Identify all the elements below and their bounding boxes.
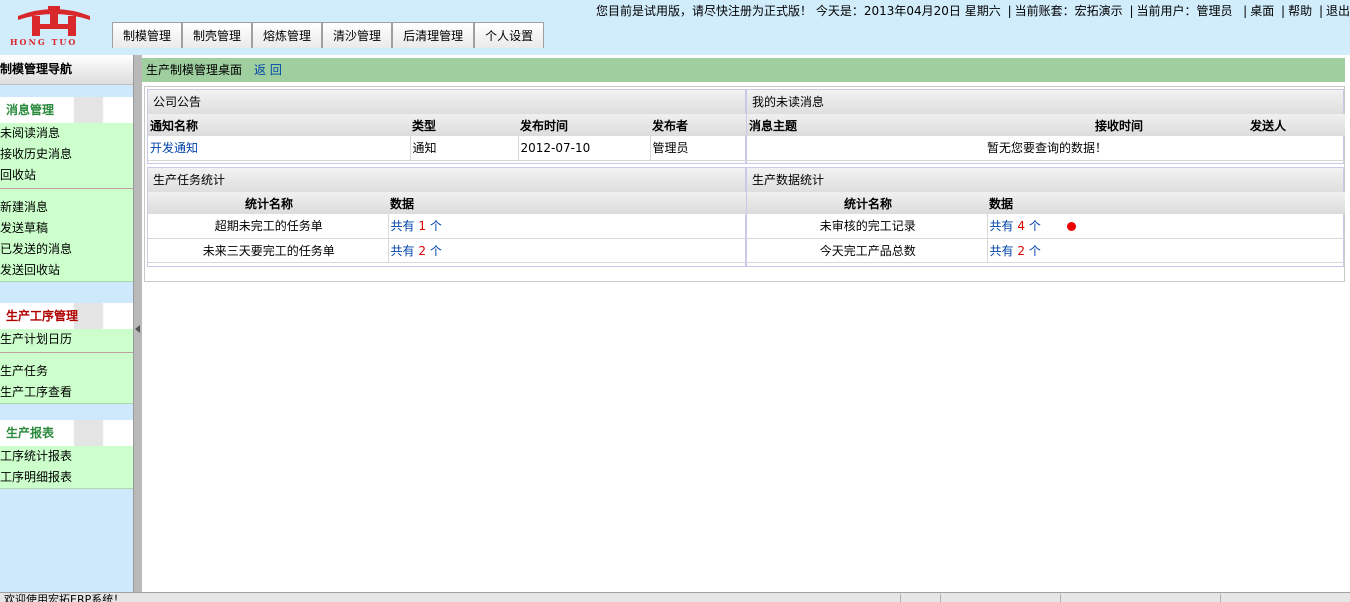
status-bar: 欢迎使用宏拓ERP系统！ bbox=[0, 592, 1350, 602]
stat-link[interactable]: 共有 1 个 bbox=[391, 219, 442, 233]
col-header: 通知名称 bbox=[148, 114, 410, 136]
sidebar-item-new-message[interactable]: 新建消息 bbox=[0, 197, 133, 218]
sidebar-divider bbox=[0, 352, 133, 353]
sidebar-item-unread[interactable]: 未阅读消息 bbox=[0, 123, 133, 144]
group-process: 生产工序管理 生产计划日历 生产任务 生产工序查看 bbox=[0, 303, 133, 404]
table-row: 未审核的完工记录 共有 4 个 bbox=[747, 214, 1345, 239]
col-header: 发布者 bbox=[650, 114, 747, 136]
task-stats-panel: 生产任务统计 统计名称 数据 超期未完工的任务单 共有 1 个 未来三天要完工的… bbox=[147, 167, 747, 267]
stat-name: 超期未完工的任务单 bbox=[148, 214, 389, 239]
col-header: 数据 bbox=[987, 192, 1345, 214]
status-text: 欢迎使用宏拓ERP系统！ bbox=[4, 593, 125, 602]
sidebar-item-recycle[interactable]: 回收站 bbox=[0, 165, 133, 186]
table-row: 开发通知 通知 2012-07-10 管理员 bbox=[148, 136, 747, 161]
group-head-messages[interactable]: 消息管理 bbox=[0, 97, 133, 123]
desktop-link[interactable]: 桌面 bbox=[1250, 2, 1274, 19]
main-menu: 制模管理 制壳管理 熔炼管理 清沙管理 后清理管理 个人设置 bbox=[112, 22, 545, 48]
sidebar-divider bbox=[0, 188, 133, 189]
menu-sand[interactable]: 清沙管理 bbox=[322, 22, 393, 48]
sidebar-item-sent[interactable]: 已发送的消息 bbox=[0, 239, 133, 260]
notice-date: 2012-07-10 bbox=[518, 136, 651, 161]
col-header: 数据 bbox=[388, 192, 747, 214]
stat-link[interactable]: 共有 2 个 bbox=[990, 244, 1041, 258]
page-title: 生产制模管理桌面 bbox=[146, 63, 243, 77]
menu-shell[interactable]: 制壳管理 bbox=[182, 22, 253, 48]
stat-name: 未来三天要完工的任务单 bbox=[148, 238, 389, 263]
notice-type: 通知 bbox=[410, 136, 519, 161]
group-head-reports[interactable]: 生产报表 bbox=[0, 420, 133, 446]
main-content: 生产制模管理桌面返 回 公司公告 通知名称 类型 发布时间 发布者 开发通知 通… bbox=[142, 55, 1350, 592]
stat-link[interactable]: 共有 2 个 bbox=[391, 244, 442, 258]
sidebar-item-process-view[interactable]: 生产工序查看 bbox=[0, 382, 133, 403]
unread-panel: 我的未读消息 消息主题 接收时间 发送人 暂无您要查询的数据！ bbox=[746, 89, 1345, 164]
breadcrumb: 生产制模管理桌面返 回 bbox=[142, 58, 1345, 82]
col-header: 统计名称 bbox=[148, 192, 388, 214]
col-header: 消息主题 bbox=[747, 114, 1093, 136]
sidebar-item-drafts[interactable]: 发送草稿 bbox=[0, 218, 133, 239]
logo-mark-icon bbox=[18, 6, 90, 36]
table-row: 未来三天要完工的任务单 共有 2 个 bbox=[148, 238, 747, 263]
top-info-bar: 您目前是试用版，请尽快注册为正式版！ 今天是：2013年04月20日 星期六 |… bbox=[596, 2, 1350, 19]
sidebar-item-plan-calendar[interactable]: 生产计划日历 bbox=[0, 329, 133, 350]
sidebar-item-tasks[interactable]: 生产任务 bbox=[0, 361, 133, 382]
logout-link[interactable]: 退出 bbox=[1326, 2, 1350, 19]
back-link[interactable]: 返 回 bbox=[254, 63, 282, 77]
table-row: 暂无您要查询的数据！ bbox=[747, 136, 1345, 161]
sidebar: 制模管理导航 消息管理 未阅读消息 接收历史消息 回收站 新建消息 发送草稿 已… bbox=[0, 55, 133, 592]
unread-title: 我的未读消息 bbox=[747, 90, 1343, 114]
collapse-arrow-icon[interactable] bbox=[135, 325, 140, 333]
group-head-process[interactable]: 生产工序管理 bbox=[0, 303, 133, 329]
help-link[interactable]: 帮助 bbox=[1288, 2, 1312, 19]
table-row: 超期未完工的任务单 共有 1 个 bbox=[148, 214, 747, 239]
col-header: 发送人 bbox=[1248, 114, 1345, 136]
notice-link[interactable]: 开发通知 bbox=[150, 141, 198, 155]
group-reports: 生产报表 工序统计报表 工序明细报表 bbox=[0, 420, 133, 489]
notice-table: 通知名称 类型 发布时间 发布者 开发通知 通知 2012-07-10 管理员 bbox=[148, 114, 747, 161]
group-messages: 消息管理 未阅读消息 接收历史消息 回收站 新建消息 发送草稿 已发送的消息 发… bbox=[0, 97, 133, 282]
col-header: 类型 bbox=[410, 114, 518, 136]
sidebar-splitter[interactable] bbox=[133, 55, 142, 592]
menu-mold[interactable]: 制模管理 bbox=[112, 22, 183, 48]
stat-name: 今天完工产品总数 bbox=[747, 238, 988, 263]
data-stats-title: 生产数据统计 bbox=[747, 168, 1343, 192]
notice-title: 公司公告 bbox=[148, 90, 745, 114]
current-account: 当前账套：宏拓演示 bbox=[1014, 4, 1123, 18]
task-stats-table: 统计名称 数据 超期未完工的任务单 共有 1 个 未来三天要完工的任务单 共有 … bbox=[148, 192, 747, 263]
notice-author: 管理员 bbox=[650, 136, 747, 161]
col-header: 接收时间 bbox=[1093, 114, 1248, 136]
alert-dot-icon bbox=[1066, 222, 1076, 232]
sidebar-item-received-history[interactable]: 接收历史消息 bbox=[0, 144, 133, 165]
sidebar-item-stat-report[interactable]: 工序统计报表 bbox=[0, 446, 133, 467]
dashboard-panels: 公司公告 通知名称 类型 发布时间 发布者 开发通知 通知 2012-07-10… bbox=[144, 86, 1345, 282]
col-header: 发布时间 bbox=[518, 114, 650, 136]
table-row: 今天完工产品总数 共有 2 个 bbox=[747, 238, 1345, 263]
menu-postclean[interactable]: 后清理管理 bbox=[392, 22, 475, 48]
top-header: HONG TUO 您目前是试用版，请尽快注册为正式版！ 今天是：2013年04月… bbox=[0, 0, 1350, 55]
data-stats-table: 统计名称 数据 未审核的完工记录 共有 4 个 今天完工产品总数 共有 2 个 bbox=[747, 192, 1345, 263]
sidebar-item-detail-report[interactable]: 工序明细报表 bbox=[0, 467, 133, 488]
sidebar-item-sent-recycle[interactable]: 发送回收站 bbox=[0, 260, 133, 281]
company-logo[interactable]: HONG TUO bbox=[8, 2, 100, 47]
trial-info: 您目前是试用版，请尽快注册为正式版！ 今天是：2013年04月20日 星期六 bbox=[596, 4, 1001, 18]
notice-panel: 公司公告 通知名称 类型 发布时间 发布者 开发通知 通知 2012-07-10… bbox=[147, 89, 747, 164]
menu-personal[interactable]: 个人设置 bbox=[474, 22, 545, 48]
sidebar-title: 制模管理导航 bbox=[0, 55, 133, 85]
col-header: 统计名称 bbox=[747, 192, 987, 214]
stat-name: 未审核的完工记录 bbox=[747, 214, 988, 239]
unread-table: 消息主题 接收时间 发送人 暂无您要查询的数据！ bbox=[747, 114, 1345, 161]
stat-link[interactable]: 共有 4 个 bbox=[990, 219, 1041, 233]
task-stats-title: 生产任务统计 bbox=[148, 168, 745, 192]
current-user: 当前用户：管理员 bbox=[1136, 4, 1233, 18]
empty-message: 暂无您要查询的数据！ bbox=[747, 136, 1345, 161]
logo-text: HONG TUO bbox=[10, 37, 78, 47]
data-stats-panel: 生产数据统计 统计名称 数据 未审核的完工记录 共有 4 个 今天完工产品总数 … bbox=[746, 167, 1345, 267]
menu-smelt[interactable]: 熔炼管理 bbox=[252, 22, 323, 48]
